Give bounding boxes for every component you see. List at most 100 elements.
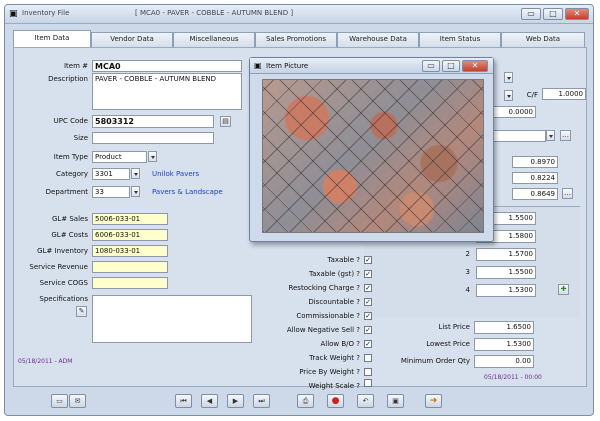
title-bar: ▣ Inventory File [ MCA0 - PAVER - COBBLE… xyxy=(5,5,593,24)
flag-check-weight-scale[interactable] xyxy=(364,379,372,387)
picture-maximize-button[interactable]: □ xyxy=(442,60,460,72)
paver-photo xyxy=(262,79,484,233)
picture-close-button[interactable]: ✕ xyxy=(462,60,488,72)
category-select[interactable]: 3301 xyxy=(92,168,130,180)
price-level-label-3: 2 xyxy=(465,250,470,258)
price-level-3-field[interactable]: 1.5700 xyxy=(476,248,536,261)
department-label: Department xyxy=(45,188,88,196)
item-picture-title: Item Picture xyxy=(266,62,309,70)
gl-inventory-field[interactable]: 1080-033-01 xyxy=(92,245,168,257)
tab-miscellaneous[interactable]: Miscellaneous xyxy=(173,32,255,47)
item-picture-dialog: ▣ Item Picture ▭ □ ✕ xyxy=(249,57,494,242)
list-price-field[interactable]: 1.6500 xyxy=(474,321,534,334)
right-select-field[interactable] xyxy=(492,130,546,142)
delete-icon[interactable]: ● xyxy=(327,394,344,408)
minimize-button[interactable]: ▭ xyxy=(521,8,541,20)
item-picture-title-bar: ▣ Item Picture ▭ □ ✕ xyxy=(250,58,493,74)
notes-icon[interactable]: ▭ xyxy=(51,394,68,408)
lowest-price-label: Lowest Price xyxy=(426,340,470,348)
exit-icon[interactable]: ➜ xyxy=(425,394,442,408)
gl-costs-field[interactable]: 6006-033-01 xyxy=(92,229,168,241)
cost-field-3[interactable]: 0.8649 xyxy=(512,188,558,200)
service-cogs-field[interactable] xyxy=(92,277,168,289)
picture-minimize-button[interactable]: ▭ xyxy=(422,60,440,72)
cost-field-2[interactable]: 0.8224 xyxy=(512,172,558,184)
created-date-stamp: 05/18/2011 - ADM xyxy=(18,358,73,365)
service-cogs-label: Service COGS xyxy=(39,279,88,287)
tab-item-status[interactable]: Item Status xyxy=(419,32,501,47)
size-field[interactable] xyxy=(92,132,214,144)
mail-icon[interactable]: ✉ xyxy=(69,394,86,408)
unit-dropdown-icon[interactable] xyxy=(504,90,513,101)
list-price-label: List Price xyxy=(438,323,470,331)
flag-check-allow-negative-sell[interactable]: ✓ xyxy=(364,326,372,334)
flag-label-taxable: Taxable ? xyxy=(327,256,360,264)
window-title: Inventory File xyxy=(22,9,70,17)
item-type-dropdown-icon[interactable] xyxy=(148,151,157,162)
cost-field-1[interactable]: 0.8970 xyxy=(512,156,558,168)
add-price-icon[interactable]: ✚ xyxy=(558,284,569,295)
item-type-select[interactable]: Product xyxy=(92,151,147,163)
flag-label-allow-bo: Allow B/O ? xyxy=(320,340,360,348)
upc-code-field[interactable]: 5803312 xyxy=(92,115,214,128)
bottom-toolbar: ▭ ✉ ⏮ ◀ ▶ ⏭ ⎙ ● ↶ ▣ ➜ xyxy=(5,390,593,415)
description-field[interactable]: PAVER - COBBLE - AUTUMN BLEND xyxy=(92,73,242,110)
close-button[interactable]: ✕ xyxy=(565,8,589,20)
tab-vendor-data[interactable]: Vendor Data xyxy=(91,32,173,47)
flag-label-price-by-weight: Price By Weight ? xyxy=(299,368,360,376)
tab-item-data[interactable]: Item Data xyxy=(13,30,91,47)
gl-inventory-label: GL# Inventory xyxy=(37,247,88,255)
price-level-5-field[interactable]: 1.5300 xyxy=(476,284,536,297)
flag-check-allow-bo[interactable]: ✓ xyxy=(364,340,372,348)
tab-warehouse-data[interactable]: Warehouse Data xyxy=(337,32,419,47)
barcode-icon[interactable]: ▤ xyxy=(220,116,231,127)
size-label: Size xyxy=(73,134,88,142)
flag-check-track-weight[interactable] xyxy=(364,354,372,362)
first-record-button[interactable]: ⏮ xyxy=(175,394,192,408)
undo-icon[interactable]: ↶ xyxy=(357,394,374,408)
maximize-button[interactable]: □ xyxy=(543,8,563,20)
department-select[interactable]: 33 xyxy=(92,186,130,198)
conversion-factor-field[interactable]: 1.0000 xyxy=(542,88,586,100)
flag-label-taxable-gst: Taxable (gst) ? xyxy=(309,270,360,278)
right-top-dropdown-icon[interactable] xyxy=(504,72,513,83)
print-icon[interactable]: ⎙ xyxy=(297,394,314,408)
department-dropdown-icon[interactable] xyxy=(131,186,140,197)
previous-record-button[interactable]: ◀ xyxy=(201,394,218,408)
gl-sales-field[interactable]: 5006-033-01 xyxy=(92,213,168,225)
save-icon[interactable]: ▣ xyxy=(387,394,404,408)
flag-check-taxable-gst[interactable]: ✓ xyxy=(364,270,372,278)
modified-date-stamp: 05/18/2011 - 00:00 xyxy=(484,374,542,381)
lowest-price-field[interactable]: 1.5300 xyxy=(474,338,534,351)
minimum-order-qty-field[interactable]: 0.00 xyxy=(474,355,534,368)
tab-sales-promotions[interactable]: Sales Promotions xyxy=(255,32,337,47)
app-icon: ▣ xyxy=(9,9,18,19)
category-dropdown-icon[interactable] xyxy=(131,168,140,179)
right-top-value-field[interactable]: 0.0000 xyxy=(492,106,536,118)
right-select-dropdown-icon[interactable] xyxy=(546,130,555,141)
flag-check-taxable[interactable]: ✓ xyxy=(364,256,372,264)
category-link[interactable]: Unilok Pavers xyxy=(152,170,199,178)
price-level-4-field[interactable]: 1.5500 xyxy=(476,266,536,279)
department-link[interactable]: Pavers & Landscape xyxy=(152,188,223,196)
cost-detail-icon[interactable]: … xyxy=(562,188,573,199)
gl-sales-label: GL# Sales xyxy=(51,215,88,223)
last-record-button[interactable]: ⏭ xyxy=(253,394,270,408)
service-revenue-field[interactable] xyxy=(92,261,168,273)
tab-web-data[interactable]: Web Data xyxy=(501,32,585,47)
item-number-field[interactable]: MCA0 xyxy=(92,60,242,72)
upc-code-label: UPC Code xyxy=(53,117,88,125)
flag-check-restocking[interactable]: ✓ xyxy=(364,284,372,292)
flag-check-discountable[interactable]: ✓ xyxy=(364,298,372,306)
right-select-action-icon[interactable]: … xyxy=(560,130,571,141)
next-record-button[interactable]: ▶ xyxy=(227,394,244,408)
flag-check-commissionable[interactable]: ✓ xyxy=(364,312,372,320)
flag-label-weight-scale: Weight Scale ? xyxy=(308,382,360,390)
item-number-label: Item # xyxy=(63,62,88,70)
specifications-field[interactable] xyxy=(92,295,252,343)
flag-label-discountable: Discountable ? xyxy=(308,298,360,306)
flag-label-allow-negative-sell: Allow Negative Sell ? xyxy=(286,326,360,334)
category-label: Category xyxy=(56,170,88,178)
specifications-edit-icon[interactable]: ✎ xyxy=(76,306,87,317)
flag-check-price-by-weight[interactable] xyxy=(364,368,372,376)
